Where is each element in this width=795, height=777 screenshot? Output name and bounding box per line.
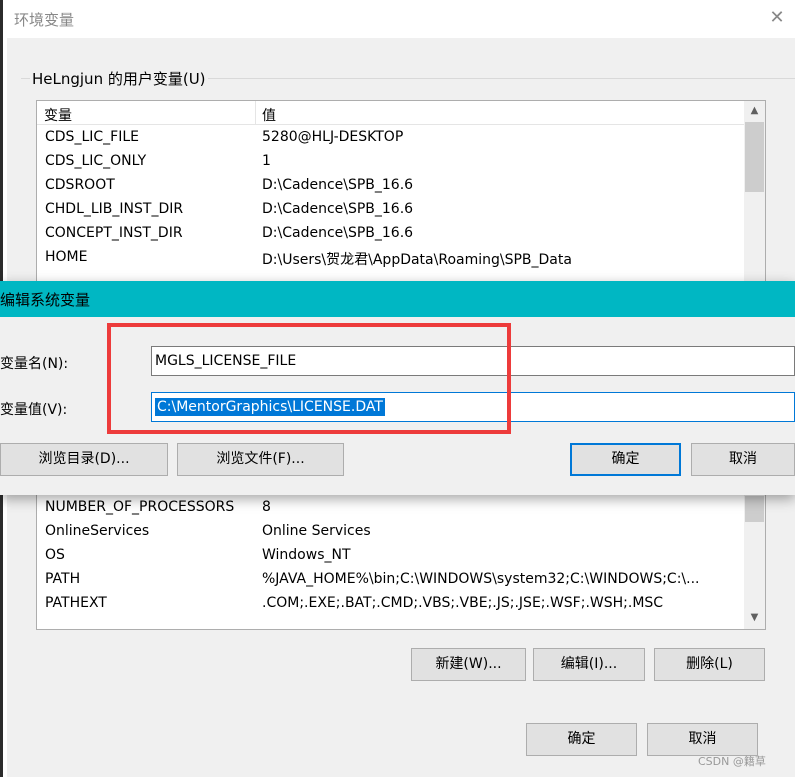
variable-name: HOME: [45, 249, 88, 265]
table-row[interactable]: CDS_LIC_ONLY 1: [37, 150, 744, 174]
variable-name: PATHEXT: [45, 595, 107, 611]
highlight-annotation-box: [107, 323, 511, 434]
variable-value: %JAVA_HOME%\bin;C:\WINDOWS\system32;C:\W…: [262, 571, 700, 587]
variable-value: D:\Cadence\SPB_16.6: [262, 177, 414, 193]
variable-name: OnlineServices: [45, 523, 150, 539]
variable-value-label: 变量值(V):: [0, 402, 68, 418]
browse-file-button[interactable]: 浏览文件(F)...: [177, 443, 344, 476]
table-row[interactable]: PATHEXT .COM;.EXE;.BAT;.CMD;.VBS;.VBE;.J…: [37, 592, 744, 616]
variable-value: D:\Users\贺龙君\AppData\Roaming\SPB_Data: [262, 252, 572, 268]
delete-variable-button[interactable]: 删除(L): [654, 648, 765, 681]
variable-value: D:\Cadence\SPB_16.6: [262, 225, 414, 241]
browse-directory-button[interactable]: 浏览目录(D)...: [0, 443, 168, 476]
env-ok-button[interactable]: 确定: [526, 723, 637, 756]
env-cancel-button[interactable]: 取消: [647, 723, 758, 756]
table-row[interactable]: HOME D:\Users\贺龙君\AppData\Roaming\SPB_Da…: [37, 246, 744, 270]
edit-dialog-title: 编辑系统变量: [0, 291, 91, 309]
variable-value: D:\Cadence\SPB_16.6: [262, 201, 414, 217]
column-header-variable[interactable]: 变量: [44, 105, 72, 125]
scroll-down-icon[interactable]: ▼: [744, 608, 765, 628]
list-header: [37, 101, 744, 125]
table-row[interactable]: NUMBER_OF_PROCESSORS 8: [37, 496, 744, 520]
scrollbar-thumb[interactable]: [745, 122, 764, 192]
table-row[interactable]: CHDL_LIB_INST_DIR D:\Cadence\SPB_16.6: [37, 198, 744, 222]
variable-value: 1: [262, 153, 271, 169]
column-separator[interactable]: [255, 101, 256, 125]
variable-name: OS: [45, 547, 65, 563]
variable-value: Online Services: [262, 523, 371, 539]
table-row[interactable]: CONCEPT_INST_DIR D:\Cadence\SPB_16.6: [37, 222, 744, 246]
variable-value: .COM;.EXE;.BAT;.CMD;.VBS;.VBE;.JS;.JSE;.…: [262, 595, 664, 611]
table-row[interactable]: OS Windows_NT: [37, 544, 744, 568]
new-variable-button[interactable]: 新建(W)...: [411, 648, 526, 681]
variable-name: CONCEPT_INST_DIR: [45, 225, 183, 241]
table-row[interactable]: CDSROOT D:\Cadence\SPB_16.6: [37, 174, 744, 198]
edit-variable-button[interactable]: 编辑(I)...: [533, 648, 645, 681]
scrollbar-thumb[interactable]: [745, 496, 764, 522]
variable-name: CDSROOT: [45, 177, 115, 193]
watermark: CSDN @籍草: [698, 755, 766, 768]
variable-name: CDS_LIC_FILE: [45, 129, 139, 145]
variable-name: CHDL_LIB_INST_DIR: [45, 201, 184, 217]
env-dialog-titlebar: [7, 0, 795, 38]
variable-value: Windows_NT: [262, 547, 351, 563]
close-icon[interactable]: ✕: [766, 5, 788, 31]
user-variables-group-label: HeLngjun 的用户变量(U): [30, 68, 208, 89]
edit-cancel-button[interactable]: 取消: [691, 443, 795, 476]
table-row[interactable]: OnlineServices Online Services: [37, 520, 744, 544]
variable-name: PATH: [45, 571, 81, 587]
variable-name-label: 变量名(N):: [0, 356, 69, 372]
env-dialog-title: 环境变量: [14, 11, 75, 29]
variable-value: 8: [262, 499, 271, 515]
column-header-value[interactable]: 值: [262, 105, 276, 125]
variable-value: 5280@HLJ-DESKTOP: [262, 129, 404, 145]
scroll-up-icon[interactable]: ▲: [744, 101, 765, 121]
variable-name: CDS_LIC_ONLY: [45, 153, 147, 169]
edit-ok-button[interactable]: 确定: [570, 443, 681, 476]
variable-name: NUMBER_OF_PROCESSORS: [45, 499, 235, 515]
table-row[interactable]: CDS_LIC_FILE 5280@HLJ-DESKTOP: [37, 126, 744, 150]
edit-dialog-titlebar: [0, 281, 795, 317]
table-row[interactable]: PATH %JAVA_HOME%\bin;C:\WINDOWS\system32…: [37, 568, 744, 592]
